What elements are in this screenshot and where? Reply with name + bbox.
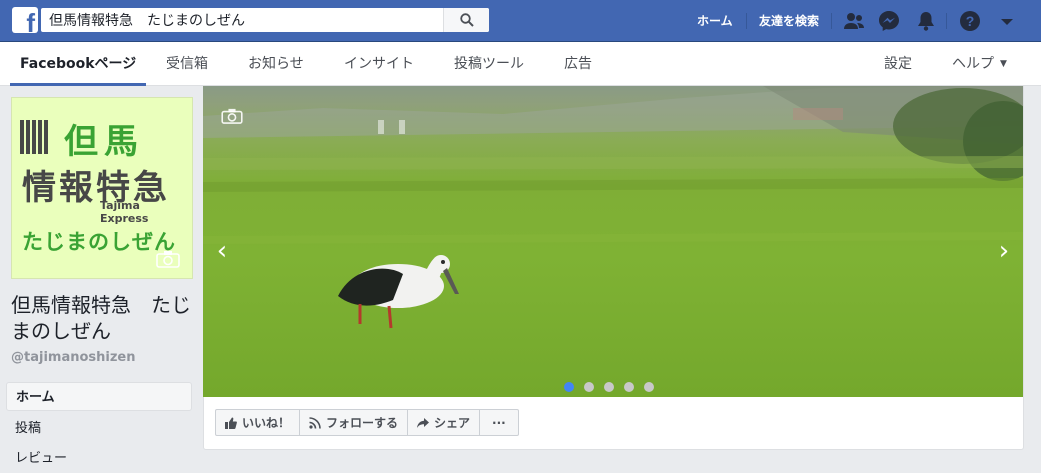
like-label: いいね！ (242, 416, 291, 430)
share-arrow-icon (417, 417, 430, 428)
chevron-right-icon[interactable]: › (989, 236, 1019, 266)
home-link[interactable]: ホーム (697, 12, 733, 29)
camera-icon[interactable] (221, 108, 243, 124)
search-box (41, 8, 489, 32)
camera-icon[interactable] (156, 250, 180, 268)
tab-facebook-page[interactable]: Facebookページ (9, 42, 147, 86)
cover-photo-scene (203, 86, 1023, 329)
search-icon (460, 13, 474, 27)
divider (746, 13, 747, 29)
slide-dot[interactable] (644, 382, 654, 392)
tab-publishing-tools[interactable]: 投稿ツール (454, 42, 524, 86)
slide-dot[interactable] (584, 382, 594, 392)
cover-photo[interactable]: ‹ › (203, 86, 1023, 397)
svg-text:?: ? (966, 13, 975, 29)
notifications-bell-icon[interactable] (914, 9, 938, 33)
logo-bars (20, 120, 50, 158)
slide-dot[interactable] (604, 382, 614, 392)
sidebar-item-home[interactable]: ホーム (6, 382, 192, 411)
page-admin-nav: Facebookページ 受信箱 お知らせ インサイト 投稿ツール 広告 設定 ヘ… (0, 42, 1041, 86)
top-bar: f ホーム 友達を検索 ? (0, 0, 1041, 42)
page-username[interactable]: @tajimanoshizen (11, 350, 136, 365)
logo-subtitle: Tajima Express (100, 199, 149, 225)
tab-ads[interactable]: 広告 (564, 42, 592, 86)
help-icon[interactable]: ? (958, 9, 982, 33)
messenger-icon[interactable] (877, 9, 901, 33)
facebook-logo-icon[interactable]: f (12, 7, 38, 33)
share-button[interactable]: シェア (407, 409, 481, 436)
sidebar-item-reviews[interactable]: レビュー (6, 444, 192, 473)
share-label: シェア (434, 416, 471, 430)
divider (831, 13, 832, 29)
like-button[interactable]: いいね！ (215, 409, 301, 436)
search-button[interactable] (443, 8, 489, 32)
page-title[interactable]: 但馬情報特急 たじまのしぜん (11, 292, 196, 344)
follow-button[interactable]: フォローする (299, 409, 409, 436)
sidebar-item-posts[interactable]: 投稿 (6, 414, 192, 443)
help-menu-label: ヘルプ (952, 56, 994, 72)
stork (338, 255, 459, 329)
friend-requests-icon[interactable] (842, 9, 866, 33)
tab-insights[interactable]: インサイト (344, 42, 414, 86)
chevron-left-icon[interactable]: ‹ (207, 236, 237, 266)
slide-dot[interactable] (564, 382, 574, 392)
page-actions: いいね！ フォローする シェア ··· (215, 409, 519, 436)
search-input[interactable] (41, 8, 441, 32)
thumbs-up-icon (225, 417, 237, 429)
help-menu[interactable]: ヘルプ ▼ (952, 42, 1007, 86)
divider (946, 13, 947, 29)
tab-notifications[interactable]: お知らせ (248, 42, 304, 86)
profile-picture[interactable]: 但馬 情報特急 Tajima Express たじまのしぜん (11, 97, 193, 279)
slide-indicators (564, 377, 664, 396)
logo-text-shizen: たじまのしぜん (22, 230, 176, 254)
more-icon: ··· (492, 415, 506, 430)
tab-inbox[interactable]: 受信箱 (166, 42, 208, 86)
slide-dot[interactable] (624, 382, 634, 392)
rss-follow-icon (309, 416, 321, 429)
account-menu-caret-icon[interactable] (995, 10, 1019, 34)
logo-text-tajima: 但馬 (64, 122, 144, 162)
follow-label: フォローする (326, 416, 399, 430)
find-friends-link[interactable]: 友達を検索 (759, 12, 819, 29)
caret-down-icon: ▼ (1000, 59, 1007, 69)
settings-link[interactable]: 設定 (884, 42, 912, 86)
more-options-button[interactable]: ··· (479, 409, 519, 436)
